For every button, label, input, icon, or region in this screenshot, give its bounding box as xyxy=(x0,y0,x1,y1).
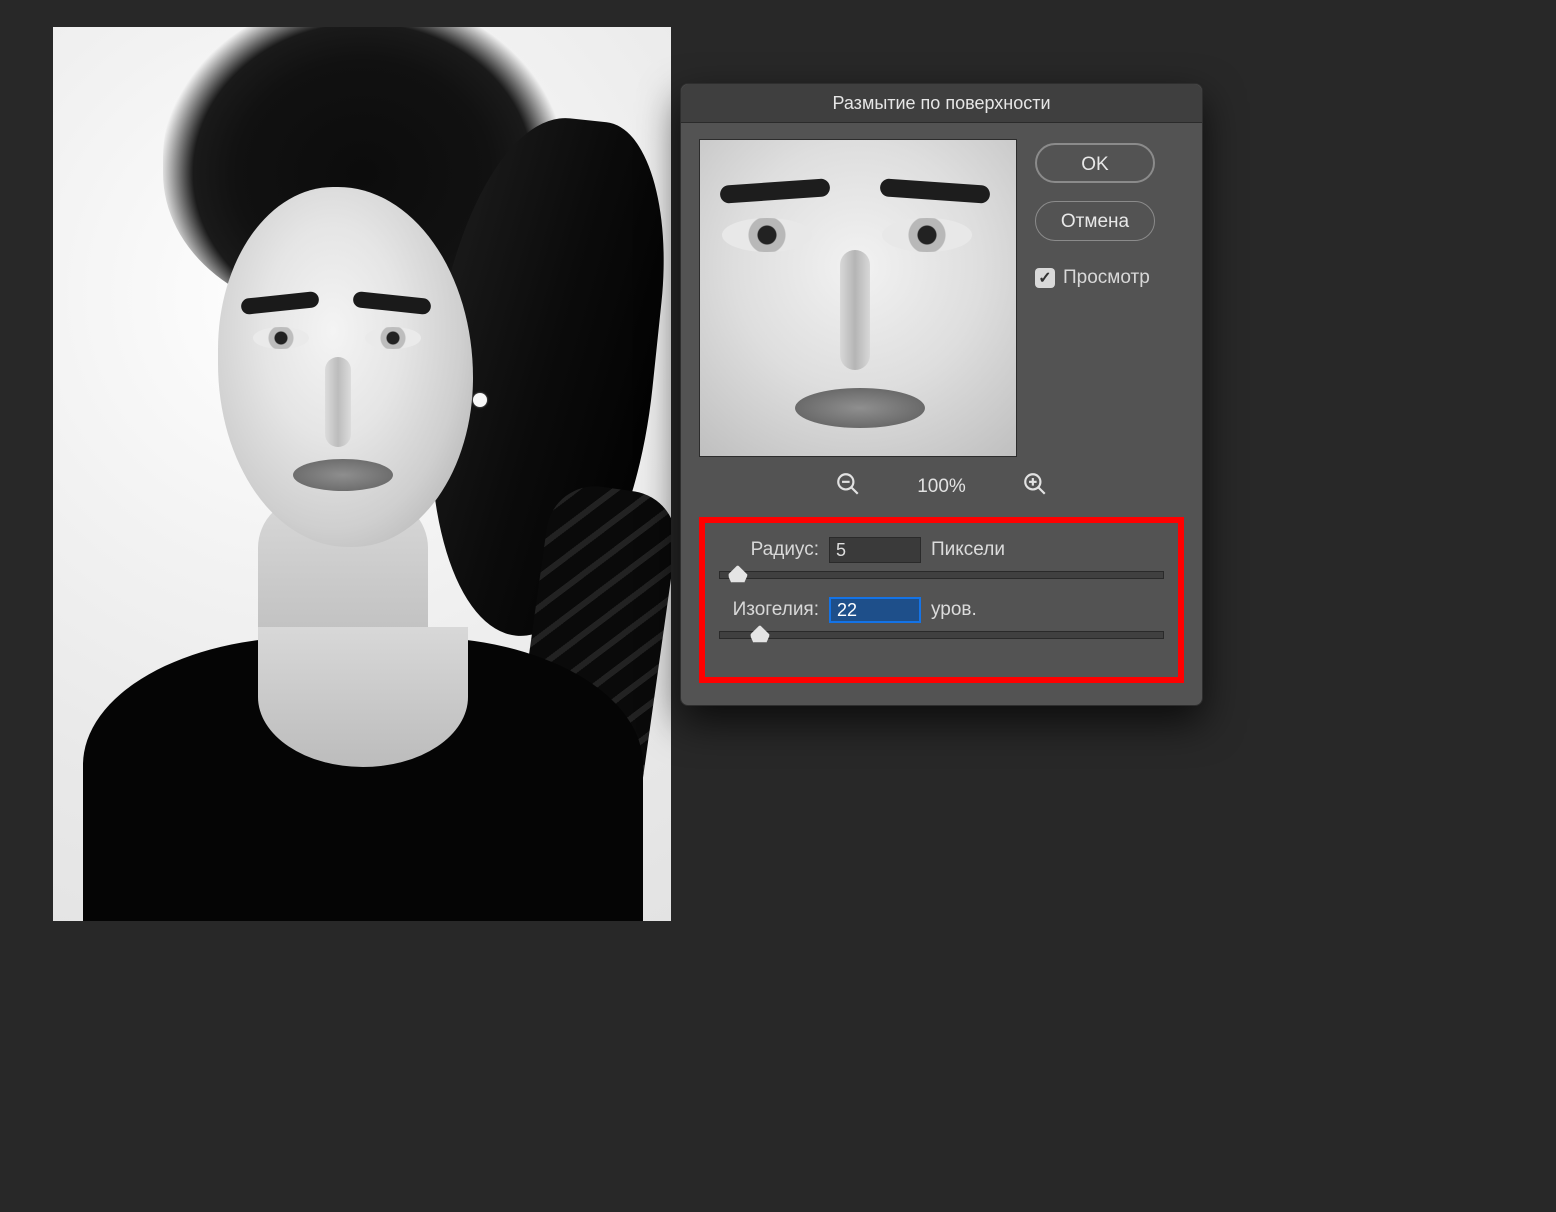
preview-checkbox-label: Просмотр xyxy=(1063,267,1150,289)
document-canvas[interactable] xyxy=(53,27,671,921)
threshold-slider-thumb[interactable] xyxy=(750,625,770,643)
highlighted-params: Радиус: Пиксели Изогелия: уров. xyxy=(699,517,1184,683)
radius-slider[interactable] xyxy=(719,571,1164,579)
radius-unit: Пиксели xyxy=(931,539,1005,561)
surface-blur-dialog: Размытие по поверхности OK Отмена ✓ Прос… xyxy=(680,83,1203,706)
radius-label: Радиус: xyxy=(719,539,819,561)
zoom-label: 100% xyxy=(917,476,966,498)
portrait-shirt xyxy=(83,637,643,921)
preview-image[interactable] xyxy=(699,139,1017,457)
cancel-button[interactable]: Отмена xyxy=(1035,201,1155,241)
preview-checkbox[interactable]: ✓ xyxy=(1035,268,1055,288)
radius-input[interactable] xyxy=(829,537,921,563)
threshold-unit: уров. xyxy=(931,599,977,621)
portrait-eye xyxy=(253,327,309,349)
portrait-eye xyxy=(365,327,421,349)
zoom-in-icon[interactable] xyxy=(1022,471,1048,503)
threshold-slider[interactable] xyxy=(719,631,1164,639)
zoom-out-icon[interactable] xyxy=(835,471,861,503)
ok-button[interactable]: OK xyxy=(1035,143,1155,183)
threshold-label: Изогелия: xyxy=(719,599,819,621)
dialog-title[interactable]: Размытие по поверхности xyxy=(681,84,1202,123)
portrait-lips xyxy=(293,459,393,491)
threshold-input[interactable] xyxy=(829,597,921,623)
portrait-earring xyxy=(473,393,487,407)
portrait-nose xyxy=(325,357,351,447)
radius-slider-thumb[interactable] xyxy=(728,565,748,583)
